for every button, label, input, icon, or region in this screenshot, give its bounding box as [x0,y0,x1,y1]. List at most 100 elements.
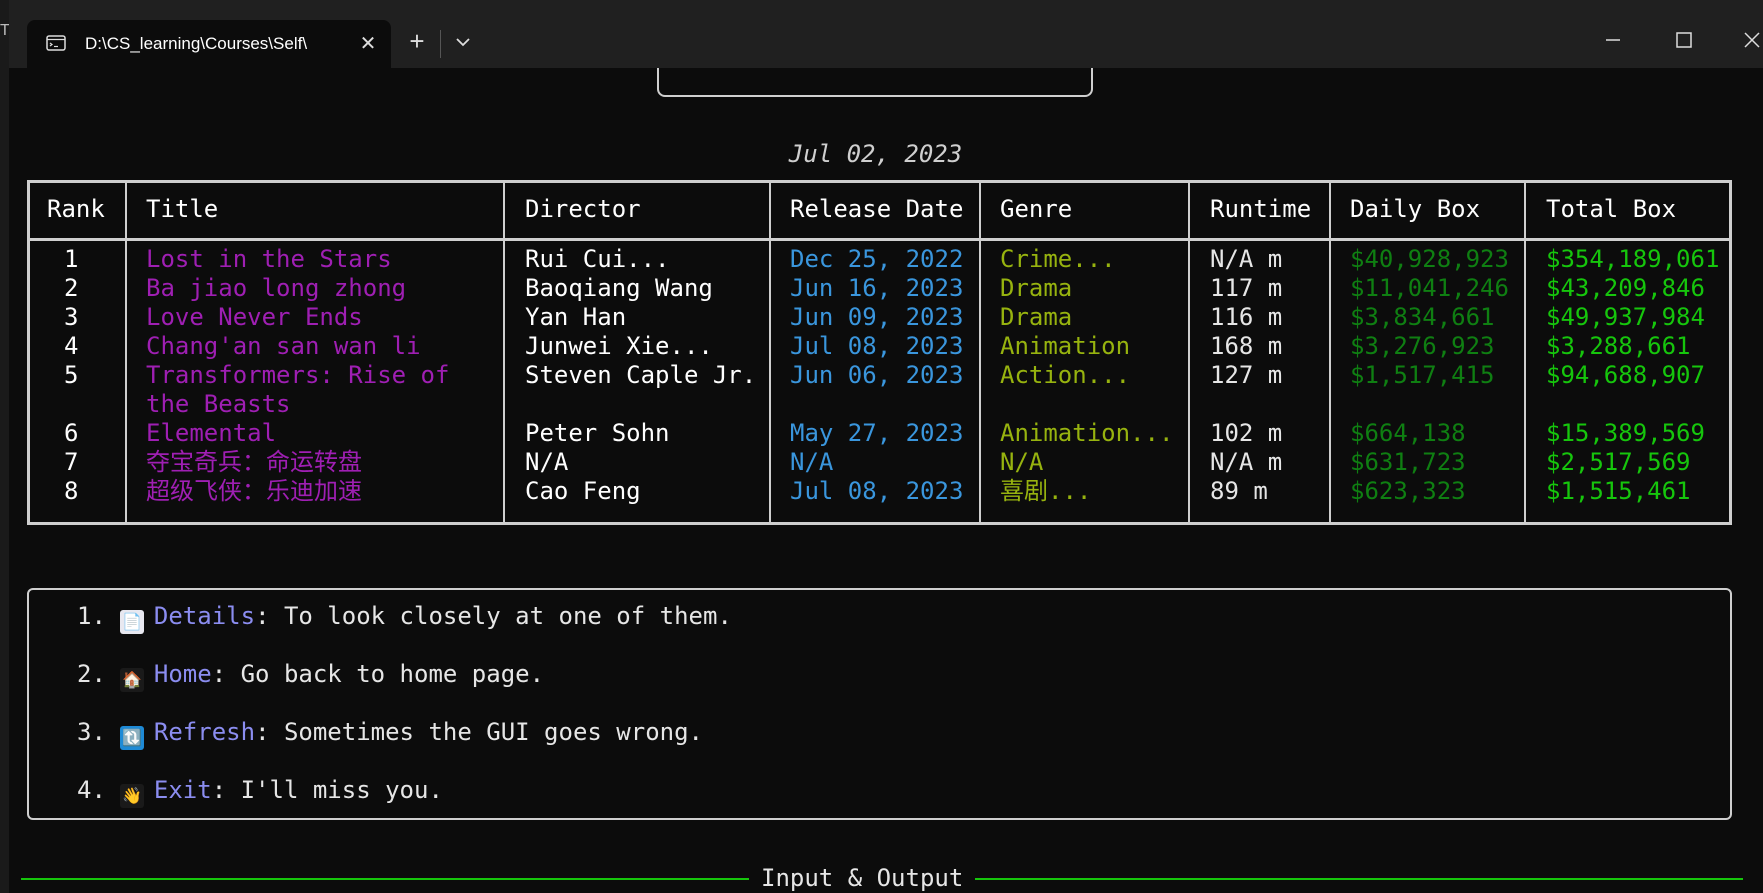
header-genre: Genre [1000,195,1073,223]
cell-daily-box: $631,723 [1350,448,1466,476]
cell-total-box: $49,937,984 [1546,303,1705,331]
cell-runtime: 127 m [1210,361,1283,389]
top-panel-border [657,68,1093,97]
cell-rank: 7 [64,448,79,476]
date-label: Jul 02, 2023 [788,140,963,168]
cell-genre: Action... [1000,361,1131,389]
cell-genre: Crime... [1000,245,1116,273]
cell-genre: Animation... [1000,419,1174,447]
cell-title: Lost in the Stars [146,245,392,273]
cell-title: 夺宝奇兵：命运转盘 [146,448,362,476]
cell-total-box: $354,189,061 [1546,245,1720,273]
maximize-icon[interactable] [1653,22,1713,58]
wave-icon: 👋 [119,784,144,808]
header-title: Title [146,195,219,223]
cell-director: Peter Sohn [525,419,670,447]
close-window-icon[interactable] [1721,22,1763,58]
cell-release-date: May 27, 2023 [790,419,964,447]
cell-title: Ba jiao long zhong [146,274,407,302]
column-divider [1524,183,1526,522]
header-separator [30,238,1729,241]
cell-daily-box: $11,041,246 [1350,274,1509,302]
cell-rank: 8 [64,477,79,505]
cell-total-box: $94,688,907 [1546,361,1705,389]
menu-item-number: 2. [77,660,106,688]
cell-rank: 1 [64,245,79,273]
cell-title: Chang'an san wan li [146,332,421,360]
column-divider [503,183,505,522]
menu-item-key: Refresh [153,718,256,746]
cell-release-date: Jun 09, 2023 [790,303,964,331]
cell-release-date: Jul 08, 2023 [790,477,964,505]
cell-rank: 6 [64,419,79,447]
header-runtime: Runtime [1210,195,1312,223]
close-tab-icon[interactable]: ✕ [357,33,379,55]
menu-item-refresh[interactable]: 3. 🔃 Refresh: Sometimes the GUI goes wrong… [77,718,703,750]
cell-total-box: $1,515,461 [1546,477,1691,505]
cell-genre: Animation [1000,332,1131,360]
cell-daily-box: $623,323 [1350,477,1466,505]
cell-title: Love Never Ends [146,303,363,331]
menu-item-number: 3. [77,718,106,746]
menu-item-description: : I'll miss you. [211,776,443,804]
document-icon: 📄 [119,610,144,634]
menu-item-key: Details [153,602,256,630]
header-daily-box: Daily Box [1350,195,1481,223]
header-director: Director [525,195,641,223]
cell-runtime: N/A m [1210,245,1283,273]
tab-title: D:\CS_learning\Courses\Self\ [85,34,308,53]
column-divider [125,183,127,522]
cell-title: 超级飞侠：乐迪加速 [146,477,362,505]
cell-runtime: 102 m [1210,419,1283,447]
menu-item-number: 1. [77,602,106,630]
cell-genre: N/A [1000,448,1044,476]
cell-release-date: Jun 06, 2023 [790,361,964,389]
cell-director: Baoqiang Wang [525,274,713,302]
input-output-label: Input & Output [749,864,976,892]
cell-daily-box: $40,928,923 [1350,245,1509,273]
tab-separator [440,30,441,58]
cell-rank: 2 [64,274,79,302]
cell-total-box: $43,209,846 [1546,274,1705,302]
menu-item-description: : Sometimes the GUI goes wrong. [255,718,703,746]
header-total-box: Total Box [1546,195,1677,223]
chevron-down-icon[interactable] [449,28,477,56]
cell-total-box: $15,389,569 [1546,419,1705,447]
action-menu: 1. 📄 Details: To look closely at one of th… [27,588,1732,820]
cell-total-box: $3,288,661 [1546,332,1691,360]
cell-release-date: Jun 16, 2023 [790,274,964,302]
cell-daily-box: $664,138 [1350,419,1466,447]
box-office-table: Rank Title Director Release Date Genre R… [27,180,1732,525]
cell-total-box: $2,517,569 [1546,448,1691,476]
cell-runtime: 116 m [1210,303,1283,331]
cell-runtime: 168 m [1210,332,1283,360]
cell-director: Steven Caple Jr. [525,361,757,389]
terminal-tab[interactable]: D:\CS_learning\Courses\Self\ ✕ [27,20,391,68]
menu-item-exit[interactable]: 4. 👋 Exit: I'll miss you. [77,776,443,808]
menu-item-home[interactable]: 2. 🏠 Home: Go back to home page. [77,660,544,692]
cell-rank: 5 [64,361,79,389]
cell-title: Transformers: Rise of the Beasts [146,361,450,418]
terminal-window: T D:\CS_learning\Courses\Self\ ✕ + Jul 0… [0,0,1763,893]
menu-item-key: Home [153,660,212,688]
new-tab-button[interactable]: + [402,26,432,56]
terminal-output[interactable]: Jul 02, 2023 Rank Title Director Release… [9,68,1763,893]
column-divider [979,183,981,522]
title-bar: D:\CS_learning\Courses\Self\ ✕ + [9,0,1763,68]
cell-runtime: 89 m [1210,477,1268,505]
cell-director: N/A [525,448,569,476]
cell-runtime: N/A m [1210,448,1283,476]
menu-item-description: : Go back to home page. [211,660,545,688]
column-divider [769,183,771,522]
minimize-icon[interactable] [1583,22,1643,58]
cell-daily-box: $3,834,661 [1350,303,1495,331]
cell-director: Junwei Xie... [525,332,713,360]
menu-item-description: : To look closely at one of them. [255,602,732,630]
column-divider [1188,183,1190,522]
menu-item-details[interactable]: 1. 📄 Details: To look closely at one of th… [77,602,732,634]
menu-item-key: Exit [153,776,212,804]
header-release-date: Release Date [790,195,964,223]
menu-item-number: 4. [77,776,106,804]
cell-daily-box: $3,276,923 [1350,332,1495,360]
cell-rank: 3 [64,303,79,331]
